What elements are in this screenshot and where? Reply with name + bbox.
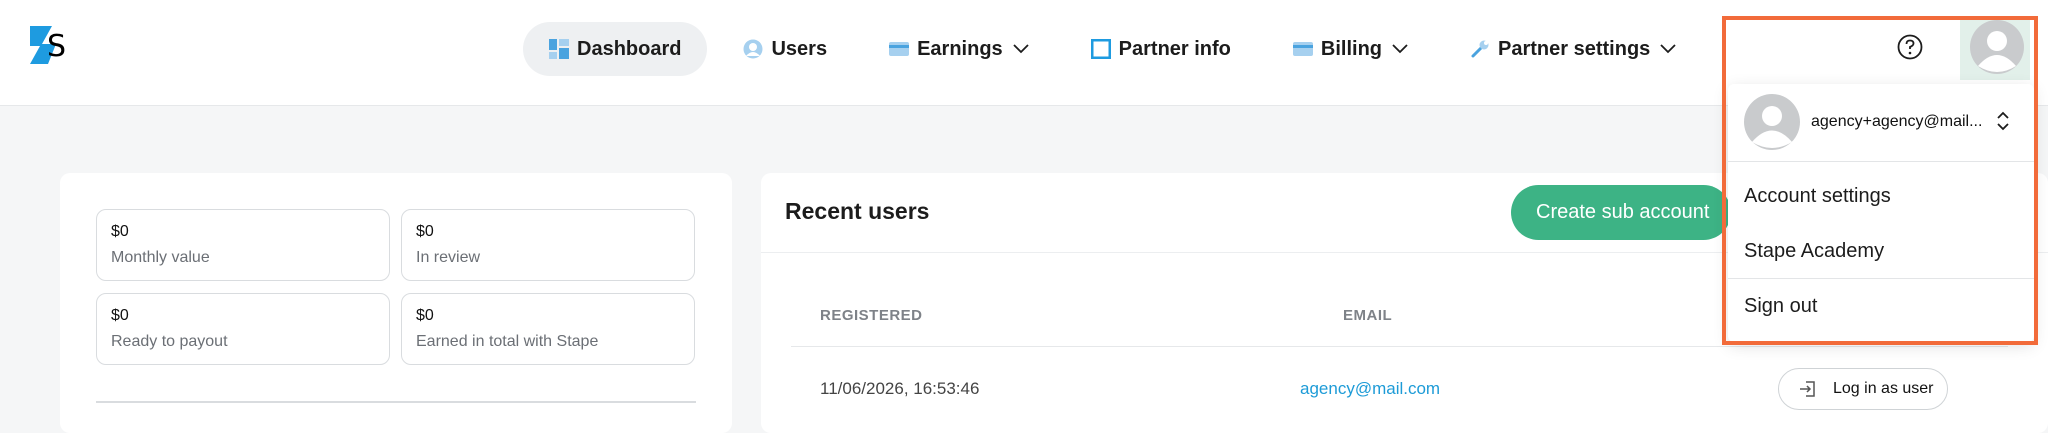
- nav-users-label: Users: [771, 37, 828, 60]
- nav-users[interactable]: Users: [717, 22, 853, 76]
- stat-label: In review: [416, 249, 481, 266]
- nav-partner-settings[interactable]: Partner settings: [1444, 22, 1702, 76]
- create-sub-account-button[interactable]: Create sub account: [1511, 185, 1731, 240]
- main-nav: Dashboard Users Earnings Partner info Bi…: [523, 22, 1712, 76]
- nav-partner-settings-label: Partner settings: [1498, 37, 1651, 60]
- log-in-as-user-label: Log in as user: [1833, 380, 1934, 397]
- stat-monthly-value: $0 Monthly value: [96, 209, 390, 281]
- nav-dashboard[interactable]: Dashboard: [523, 22, 708, 76]
- column-header-email: EMAIL: [1343, 307, 1393, 324]
- divider: [791, 346, 2008, 347]
- billing-icon: [1292, 42, 1313, 56]
- stat-value: $0: [416, 223, 434, 240]
- stat-value: $0: [111, 307, 129, 324]
- cell-registered: 11/06/2026, 16:53:46: [820, 379, 980, 398]
- log-in-as-user-button[interactable]: Log in as user: [1778, 368, 1948, 410]
- chevron-down-icon: [1013, 44, 1029, 54]
- nav-billing[interactable]: Billing: [1267, 22, 1434, 76]
- stat-value: $0: [111, 223, 129, 240]
- cell-email-link[interactable]: agency@mail.com: [1300, 379, 1440, 399]
- stat-ready-to-payout: $0 Ready to payout: [96, 293, 390, 365]
- svg-text:S: S: [47, 29, 66, 64]
- partner-info-icon: [1090, 39, 1111, 59]
- users-icon: [743, 39, 763, 59]
- recent-users-title: Recent users: [785, 198, 930, 224]
- highlight-box: [1722, 16, 2038, 345]
- stat-value: $0: [416, 307, 434, 324]
- stat-label: Earned in total with Stape: [416, 333, 599, 350]
- column-header-registered: REGISTERED: [820, 307, 923, 324]
- login-icon: [1800, 381, 1815, 397]
- chevron-down-icon: [1392, 44, 1408, 54]
- dashboard-icon: [549, 39, 569, 59]
- stat-in-review: $0 In review: [401, 209, 695, 281]
- nav-earnings-label: Earnings: [917, 37, 1003, 60]
- nav-dashboard-label: Dashboard: [577, 37, 682, 60]
- earnings-icon: [889, 42, 910, 56]
- nav-billing-label: Billing: [1320, 37, 1383, 60]
- nav-partner-info[interactable]: Partner info: [1065, 22, 1257, 76]
- divider: [96, 401, 696, 403]
- stat-earned-total: $0 Earned in total with Stape: [401, 293, 695, 365]
- wrench-icon: [1471, 40, 1489, 58]
- nav-partner-info-label: Partner info: [1118, 37, 1231, 60]
- chevron-down-icon: [1660, 44, 1676, 54]
- stape-logo[interactable]: S: [28, 24, 70, 66]
- stat-label: Monthly value: [111, 249, 210, 266]
- nav-earnings[interactable]: Earnings: [863, 22, 1055, 76]
- stat-label: Ready to payout: [111, 333, 228, 350]
